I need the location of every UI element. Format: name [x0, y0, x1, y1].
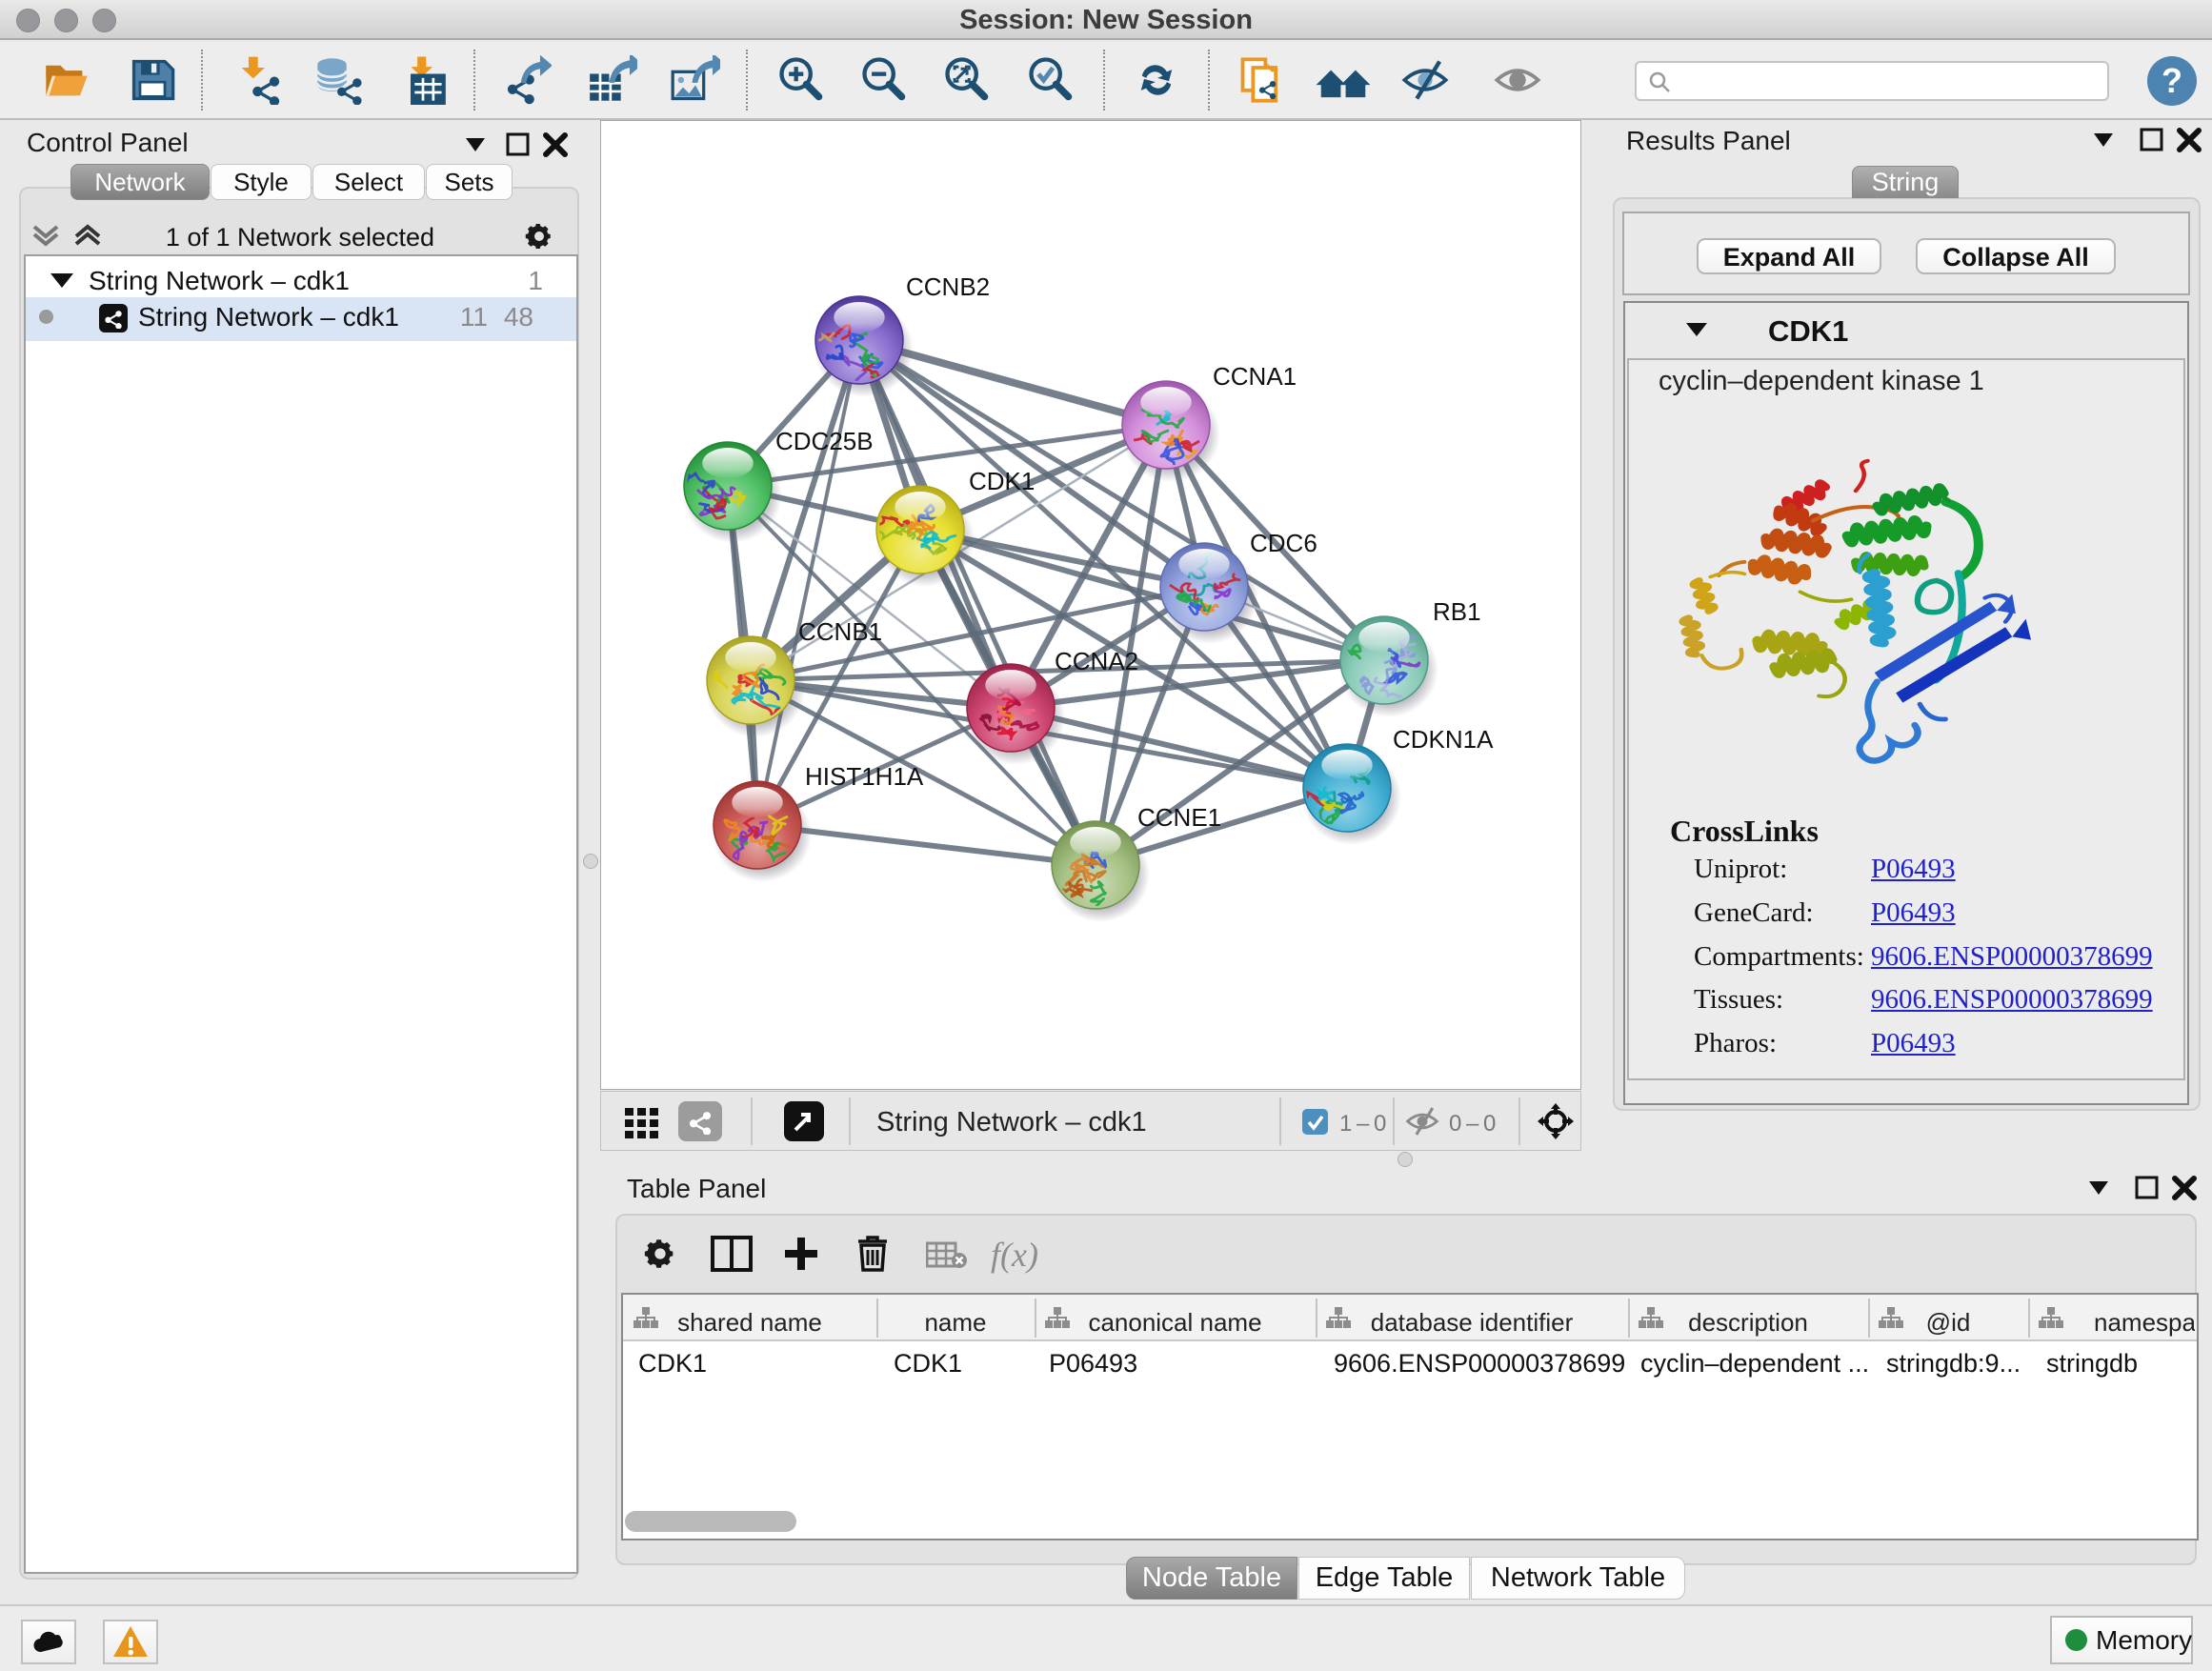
svg-text:CDC6: CDC6 [1250, 529, 1317, 557]
svg-text:RB1: RB1 [1433, 597, 1481, 626]
svg-text:CCNA1: CCNA1 [1213, 362, 1297, 391]
svg-text:CCNB2: CCNB2 [906, 272, 990, 301]
svg-text:HIST1H1A: HIST1H1A [805, 762, 924, 791]
svg-text:CCNB1: CCNB1 [798, 617, 882, 646]
svg-text:CDC25B: CDC25B [775, 427, 874, 455]
svg-text:CDKN1A: CDKN1A [1393, 725, 1494, 754]
svg-text:CDK1: CDK1 [969, 467, 1035, 495]
svg-text:CCNA2: CCNA2 [1055, 647, 1138, 675]
svg-text:CCNE1: CCNE1 [1137, 803, 1221, 832]
